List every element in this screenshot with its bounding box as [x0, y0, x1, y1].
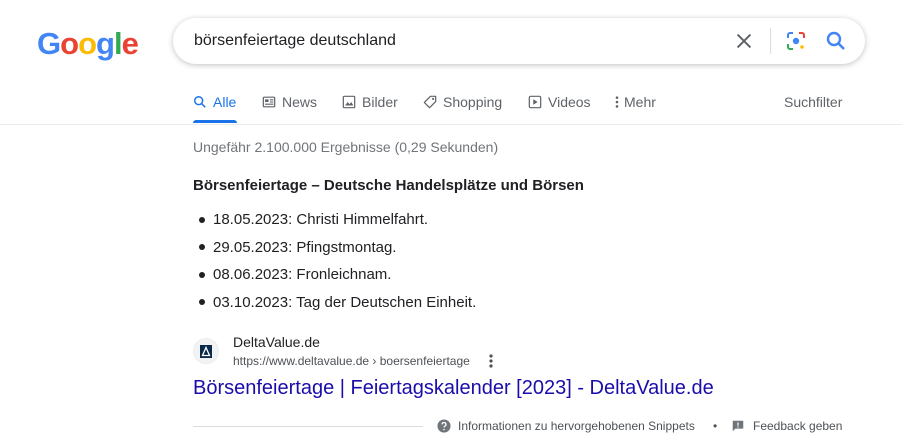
search-bar: börsenfeiertage deutschland — [173, 18, 865, 64]
list-item: 18.05.2023: Christi Himmelfahrt. — [193, 206, 476, 234]
tab-videos[interactable]: Videos — [528, 94, 591, 110]
search-tabs: Alle News Bilder Shopping Videos Mehr Su… — [0, 86, 902, 124]
logo-letter: l — [113, 26, 123, 61]
play-icon — [528, 95, 542, 109]
tab-images[interactable]: Bilder — [342, 94, 398, 110]
tab-label: Shopping — [443, 94, 503, 110]
site-favicon[interactable] — [193, 338, 219, 364]
list-item: 29.05.2023: Pfingstmontag. — [193, 234, 476, 262]
close-icon[interactable] — [733, 30, 755, 52]
logo-letter: g — [96, 26, 115, 61]
logo-letter: G — [37, 26, 61, 61]
tab-more[interactable]: Mehr — [614, 94, 656, 110]
feedback-label: Feedback geben — [753, 419, 843, 433]
list-item-text: 29.05.2023: Pfingstmontag. — [213, 238, 397, 256]
feedback-icon — [732, 420, 744, 432]
more-options-icon[interactable] — [485, 353, 497, 369]
result-title-link[interactable]: Börsenfeiertage | Feiertagskalender [202… — [193, 377, 714, 400]
news-icon — [262, 96, 276, 108]
logo-letter: o — [60, 26, 79, 61]
bullet-icon — [199, 299, 205, 306]
bullet-icon — [199, 244, 205, 251]
tools-button[interactable]: Suchfilter — [784, 94, 842, 110]
search-input[interactable]: börsenfeiertage deutschland — [194, 32, 396, 50]
list-item: 08.06.2023: Fronleichnam. — [193, 261, 476, 289]
image-icon — [342, 95, 356, 109]
tab-label: Mehr — [624, 94, 656, 110]
help-icon — [437, 419, 451, 433]
tab-label: Bilder — [362, 94, 398, 110]
tab-label: News — [282, 94, 318, 110]
footer-separator: • — [713, 419, 718, 433]
tab-news[interactable]: News — [262, 94, 317, 110]
tools-label: Suchfilter — [784, 94, 843, 110]
tag-icon — [423, 95, 437, 109]
google-logo[interactable]: Google — [37, 26, 139, 62]
more-vert-icon — [615, 96, 619, 108]
search-icon[interactable] — [824, 29, 848, 53]
result-stats: Ungefähr 2.100.000 Ergebnisse (0,29 Seku… — [193, 139, 499, 155]
bullet-icon — [199, 271, 205, 278]
bullet-icon — [199, 216, 205, 223]
snippet-info-label: Informationen zu hervorgehobenen Snippet… — [458, 419, 695, 433]
deltavalue-logo-icon — [200, 345, 212, 358]
search-divider — [770, 28, 771, 54]
tab-shopping[interactable]: Shopping — [423, 94, 502, 110]
list-item-text: 18.05.2023: Christi Himmelfahrt. — [213, 211, 429, 229]
list-item-text: 08.06.2023: Fronleichnam. — [213, 266, 392, 284]
list-item: 03.10.2023: Tag der Deutschen Einheit. — [193, 289, 476, 317]
tab-label: Alle — [213, 94, 237, 110]
featured-snippet-list: 18.05.2023: Christi Himmelfahrt. 29.05.2… — [193, 206, 476, 316]
active-tab-indicator — [193, 120, 237, 123]
logo-letter: o — [78, 26, 97, 61]
site-name[interactable]: DeltaValue.de — [233, 334, 320, 350]
featured-snippet-title: Börsenfeiertage – Deutsche Handelsplätze… — [193, 177, 584, 194]
tabs-divider — [0, 124, 902, 125]
list-item-text: 03.10.2023: Tag der Deutschen Einheit. — [213, 293, 477, 311]
tab-label: Videos — [548, 94, 591, 110]
logo-letter: e — [121, 26, 139, 61]
footer-divider — [193, 426, 423, 427]
feedback-link[interactable]: Feedback geben — [731, 419, 842, 433]
tab-all[interactable]: Alle — [193, 94, 236, 110]
lens-icon[interactable] — [784, 29, 808, 53]
search-icon — [194, 96, 206, 108]
snippet-info-link[interactable]: Informationen zu hervorgehobenen Snippet… — [437, 419, 695, 433]
site-url[interactable]: https://www.deltavalue.de › boersenfeier… — [233, 354, 470, 368]
